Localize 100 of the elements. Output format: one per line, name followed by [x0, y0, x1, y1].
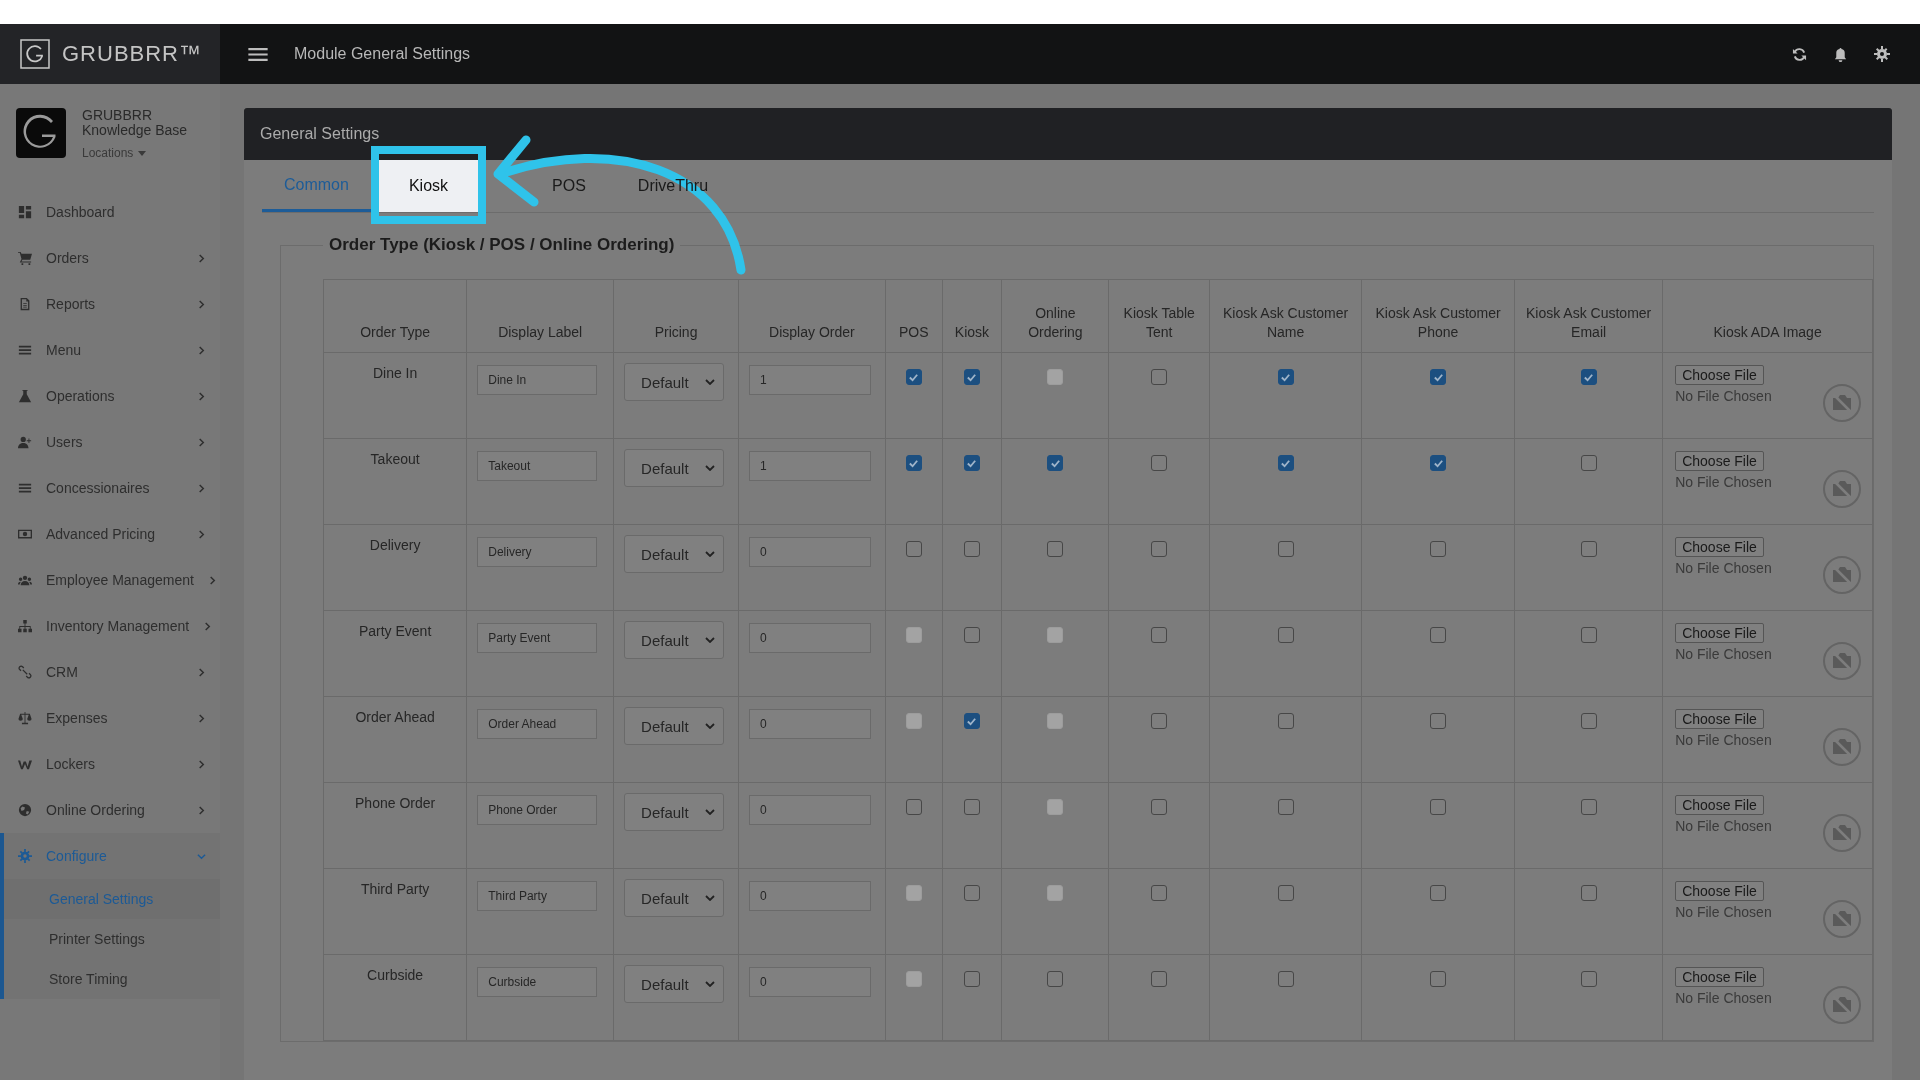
label-field[interactable]: Phone Order: [477, 795, 598, 825]
checkbox[interactable]: [1277, 369, 1294, 385]
sidebar-item[interactable]: Inventory Management: [0, 603, 220, 649]
pricing-dropdown[interactable]: Default: [624, 449, 725, 487]
checkbox[interactable]: [963, 713, 980, 729]
checkbox[interactable]: [1430, 541, 1447, 557]
checkbox[interactable]: [1047, 455, 1064, 471]
label-field[interactable]: Dine In: [477, 365, 598, 395]
choose-file-button[interactable]: Choose File: [1675, 967, 1764, 987]
sidebar-item[interactable]: Reports: [0, 281, 220, 327]
order-field[interactable]: 1: [748, 365, 871, 395]
checkbox[interactable]: [1151, 369, 1168, 385]
checkbox[interactable]: [1151, 885, 1168, 901]
sidebar-item[interactable]: Concessionaires: [0, 465, 220, 511]
order-field[interactable]: 0: [748, 967, 871, 997]
checkbox[interactable]: [1580, 885, 1597, 901]
order-field[interactable]: 0: [748, 537, 871, 567]
checkbox[interactable]: [963, 799, 980, 815]
checkbox[interactable]: [1580, 971, 1597, 987]
checkbox[interactable]: [1580, 541, 1597, 557]
checkbox[interactable]: [1580, 713, 1597, 729]
checkbox[interactable]: [1151, 713, 1168, 729]
label-field[interactable]: Party Event: [477, 623, 598, 653]
checkbox[interactable]: [963, 885, 980, 901]
sidebar-item[interactable]: Users: [0, 419, 220, 465]
checkbox[interactable]: [963, 971, 980, 987]
checkbox[interactable]: [1151, 971, 1168, 987]
order-field[interactable]: 0: [748, 623, 871, 653]
label-field[interactable]: Takeout: [477, 451, 598, 481]
checkbox[interactable]: [1277, 627, 1294, 643]
checkbox[interactable]: [1047, 971, 1064, 987]
checkbox[interactable]: [1430, 627, 1447, 643]
sidebar-item[interactable]: CRM: [0, 649, 220, 695]
checkbox[interactable]: [905, 369, 922, 385]
sidebar-item[interactable]: Menu: [0, 327, 220, 373]
tab[interactable]: Kiosk: [378, 160, 479, 212]
sidebar-item[interactable]: Orders: [0, 235, 220, 281]
checkbox[interactable]: [963, 627, 980, 643]
label-field[interactable]: Curbside: [477, 967, 598, 997]
checkbox[interactable]: [905, 541, 922, 557]
checkbox[interactable]: [1580, 455, 1597, 471]
choose-file-button[interactable]: Choose File: [1675, 451, 1764, 471]
checkbox[interactable]: [1430, 799, 1447, 815]
checkbox[interactable]: [1430, 713, 1447, 729]
label-field[interactable]: Order Ahead: [477, 709, 598, 739]
checkbox[interactable]: [1430, 455, 1447, 471]
refresh-icon[interactable]: [1792, 46, 1807, 62]
pricing-dropdown[interactable]: Default: [624, 621, 725, 659]
sidebar-item[interactable]: Employee Management: [0, 557, 220, 603]
sidebar-item[interactable]: Advanced Pricing: [0, 511, 220, 557]
order-field[interactable]: 0: [748, 881, 871, 911]
choose-file-button[interactable]: Choose File: [1675, 623, 1764, 643]
checkbox[interactable]: [905, 455, 922, 471]
choose-file-button[interactable]: Choose File: [1675, 709, 1764, 729]
order-field[interactable]: 0: [748, 709, 871, 739]
choose-file-button[interactable]: Choose File: [1675, 365, 1764, 385]
order-field[interactable]: 1: [748, 451, 871, 481]
checkbox[interactable]: [963, 369, 980, 385]
checkbox[interactable]: [1277, 799, 1294, 815]
checkbox[interactable]: [1151, 541, 1168, 557]
pricing-dropdown[interactable]: Default: [624, 707, 725, 745]
checkbox[interactable]: [1151, 627, 1168, 643]
menu-icon[interactable]: [248, 46, 268, 62]
checkbox[interactable]: [1580, 799, 1597, 815]
pricing-dropdown[interactable]: Default: [624, 535, 725, 573]
sidebar-item[interactable]: Operations: [0, 373, 220, 419]
settings-icon[interactable]: [1874, 46, 1890, 62]
checkbox[interactable]: [1277, 455, 1294, 471]
checkbox[interactable]: [1151, 799, 1168, 815]
pricing-dropdown[interactable]: Default: [624, 879, 725, 917]
tab[interactable]: POS: [530, 160, 608, 212]
checkbox[interactable]: [1430, 369, 1447, 385]
checkbox[interactable]: [1277, 885, 1294, 901]
bell-icon[interactable]: [1833, 46, 1848, 62]
pricing-dropdown[interactable]: Default: [624, 793, 725, 831]
checkbox[interactable]: [905, 799, 922, 815]
pricing-dropdown[interactable]: Default: [624, 965, 725, 1003]
choose-file-button[interactable]: Choose File: [1675, 537, 1764, 557]
choose-file-button[interactable]: Choose File: [1675, 795, 1764, 815]
checkbox[interactable]: [1277, 971, 1294, 987]
sidebar-item[interactable]: Expenses: [0, 695, 220, 741]
order-field[interactable]: 0: [748, 795, 871, 825]
label-field[interactable]: Delivery: [477, 537, 598, 567]
checkbox[interactable]: [1580, 369, 1597, 385]
checkbox[interactable]: [963, 541, 980, 557]
label-field[interactable]: Third Party: [477, 881, 598, 911]
checkbox[interactable]: [1277, 541, 1294, 557]
checkbox[interactable]: [1430, 971, 1447, 987]
sidebar-item[interactable]: Online Ordering: [0, 787, 220, 833]
checkbox[interactable]: [963, 455, 980, 471]
pricing-dropdown[interactable]: Default: [624, 363, 725, 401]
checkbox[interactable]: [1277, 713, 1294, 729]
checkbox[interactable]: [1151, 455, 1168, 471]
sidebar-item[interactable]: Lockers: [0, 741, 220, 787]
sidebar-subitem[interactable]: Printer Settings: [4, 919, 220, 959]
choose-file-button[interactable]: Choose File: [1675, 881, 1764, 901]
locations-dropdown[interactable]: Locations: [82, 146, 188, 161]
checkbox[interactable]: [1430, 885, 1447, 901]
checkbox[interactable]: [1580, 627, 1597, 643]
checkbox[interactable]: [1047, 541, 1064, 557]
